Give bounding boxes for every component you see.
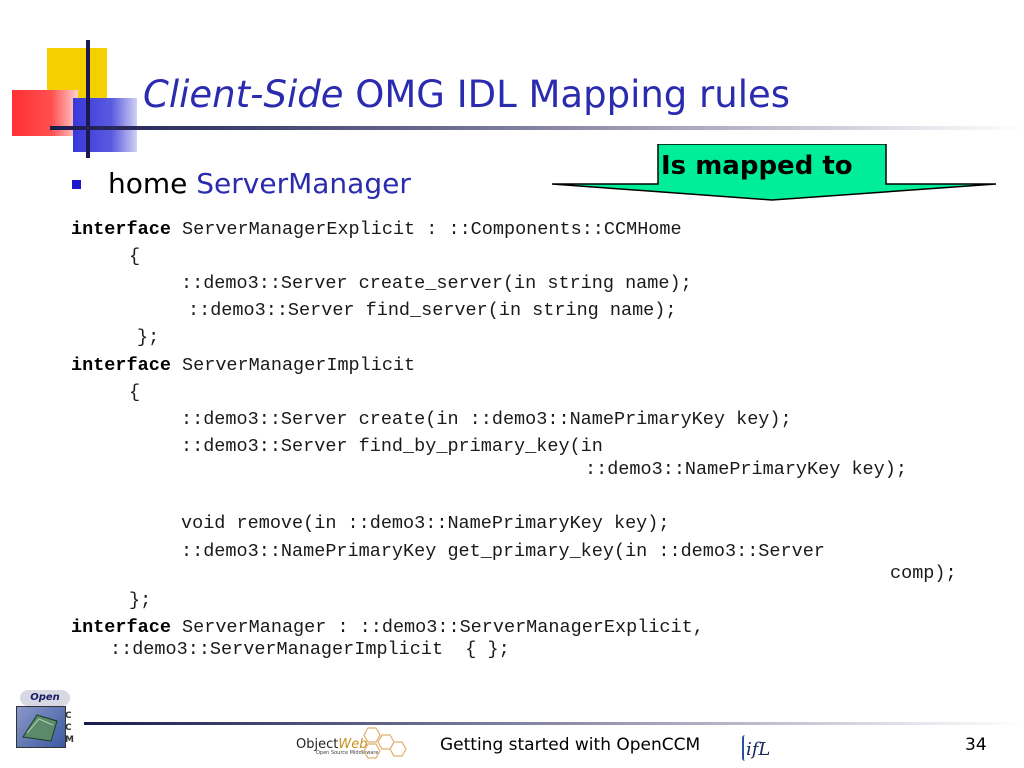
code-line: { — [129, 246, 141, 267]
opencc-logo-icon: Open CCM — [14, 690, 80, 756]
code-line: ::demo3::Server create_server(in string … — [181, 273, 692, 294]
bullet-prefix: home — [108, 167, 197, 200]
logo-ccm-letters: CCM — [65, 711, 74, 745]
title-italic-part: Client-Side — [143, 73, 344, 116]
code-line: { — [129, 382, 141, 403]
ifl-logo-icon: ifL — [738, 733, 774, 765]
code-keyword: interface — [71, 617, 171, 638]
bullet-highlight: ServerManager — [196, 167, 411, 200]
code-line: }; — [137, 327, 160, 348]
page-number: 34 — [965, 735, 987, 755]
code-line: ::demo3::Server create(in ::demo3::NameP… — [181, 409, 792, 430]
logo-open-label: Open — [20, 690, 70, 706]
bullet-item: home ServerManager — [108, 166, 411, 202]
footer-divider — [84, 722, 1024, 725]
code-line: comp); — [890, 563, 957, 584]
footer-title: Getting started with OpenCCM — [440, 735, 701, 755]
code-line: interface ServerManagerExplicit : ::Comp… — [71, 219, 682, 241]
code-line: ::demo3::ServerManagerImplicit { }; — [110, 639, 510, 660]
bullet-square-icon — [72, 180, 81, 189]
deco-blue-square — [73, 98, 137, 152]
code-line: }; — [129, 590, 152, 611]
code-line: void remove(in ::demo3::NamePrimaryKey k… — [181, 513, 670, 534]
code-text: ServerManagerExplicit : ::Components::CC… — [170, 219, 682, 240]
code-keyword: interface — [71, 355, 171, 376]
objectweb-hex-icon — [363, 727, 407, 759]
code-line: ::demo3::NamePrimaryKey get_primary_key(… — [181, 541, 825, 562]
code-line: ::demo3::Server find_server(in string na… — [188, 300, 677, 321]
code-line: ::demo3::Server find_by_primary_key(in — [181, 436, 603, 457]
ifl-logo-text: ifL — [746, 739, 771, 760]
callout-label: Is mapped to — [661, 151, 853, 181]
slide-title: Client-Side OMG IDL Mapping rules — [143, 70, 790, 120]
title-rest: OMG IDL Mapping rules — [343, 73, 791, 116]
code-line: interface ServerManager : ::demo3::Serve… — [71, 617, 704, 639]
code-text: ServerManager : ::demo3::ServerManagerEx… — [170, 617, 704, 638]
code-line: interface ServerManagerImplicit — [71, 355, 415, 377]
deco-vertical-line — [86, 40, 90, 158]
code-line: ::demo3::NamePrimaryKey key); — [585, 459, 907, 480]
code-keyword: interface — [71, 219, 171, 240]
code-text: ServerManagerImplicit — [170, 355, 416, 376]
logo-body — [16, 706, 66, 748]
title-underline — [50, 126, 1024, 130]
